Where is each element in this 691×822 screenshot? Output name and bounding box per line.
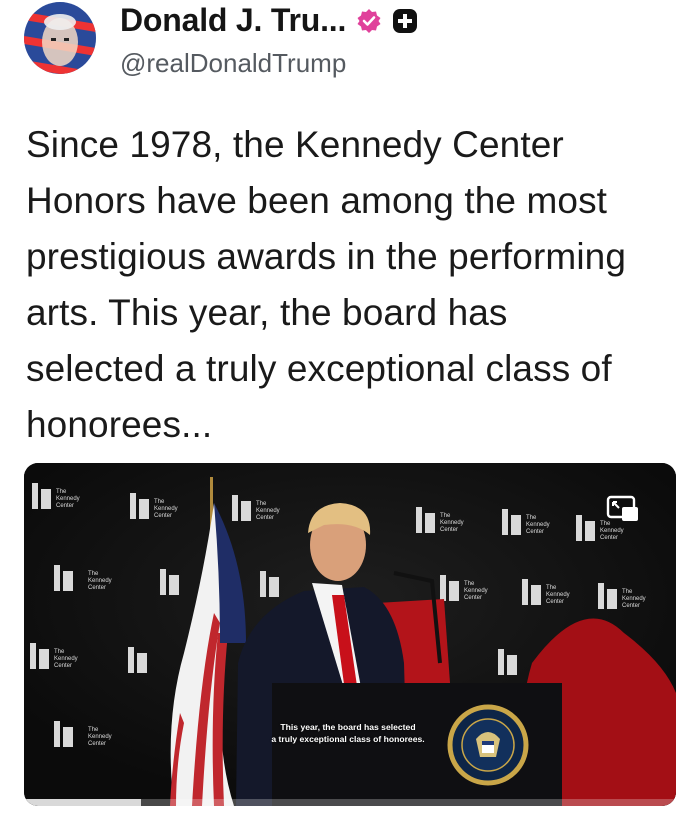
svg-text:Center: Center xyxy=(440,527,458,533)
svg-text:Kennedy: Kennedy xyxy=(440,520,464,526)
video-caption: This year, the board has selected a trul… xyxy=(248,721,448,745)
svg-text:Center: Center xyxy=(526,529,544,535)
svg-text:Center: Center xyxy=(464,595,482,601)
svg-text:Center: Center xyxy=(56,503,74,509)
svg-text:Kennedy: Kennedy xyxy=(256,508,280,514)
presidential-seal xyxy=(447,704,529,786)
svg-text:The: The xyxy=(546,585,557,591)
video-progress-fill xyxy=(24,799,142,806)
svg-text:The: The xyxy=(526,515,537,521)
svg-text:Kennedy: Kennedy xyxy=(526,522,550,528)
svg-text:Kennedy: Kennedy xyxy=(154,506,178,512)
svg-text:The: The xyxy=(256,501,267,507)
svg-text:Kennedy: Kennedy xyxy=(56,496,80,502)
display-name[interactable]: Donald J. Tru... xyxy=(120,2,346,39)
svg-text:The: The xyxy=(154,499,165,505)
svg-text:The: The xyxy=(88,727,99,733)
avatar[interactable] xyxy=(24,2,96,74)
caption-line-1: This year, the board has selected xyxy=(280,722,416,732)
svg-text:Center: Center xyxy=(88,585,106,591)
svg-text:Center: Center xyxy=(88,741,106,747)
expand-icon[interactable] xyxy=(606,495,640,525)
post-header: Donald J. Tru... @realDonaldTrump xyxy=(24,0,684,90)
svg-text:The: The xyxy=(440,513,451,519)
svg-text:Kennedy: Kennedy xyxy=(464,588,488,594)
plus-badge-icon xyxy=(392,8,418,34)
svg-text:The: The xyxy=(622,589,633,595)
svg-text:The: The xyxy=(464,581,475,587)
svg-text:The: The xyxy=(56,489,67,495)
user-handle[interactable]: @realDonaldTrump xyxy=(120,48,346,79)
post-text: Since 1978, the Kennedy Center Honors ha… xyxy=(26,124,627,445)
svg-text:Kennedy: Kennedy xyxy=(622,596,646,602)
svg-text:Kennedy: Kennedy xyxy=(54,656,78,662)
caption-line-2: a truly exceptional class of honorees. xyxy=(271,734,425,744)
video-player[interactable]: The Kennedy Center The Kennedy Center The Ken… xyxy=(24,463,676,806)
svg-text:Center: Center xyxy=(154,513,172,519)
svg-text:Kennedy: Kennedy xyxy=(88,578,112,584)
svg-text:The: The xyxy=(54,649,65,655)
svg-text:Center: Center xyxy=(256,515,274,521)
svg-text:Center: Center xyxy=(54,663,72,669)
svg-text:Center: Center xyxy=(546,599,564,605)
video-frame: TheKennedyCenter TheKennedyCenter TheKen… xyxy=(24,463,676,806)
svg-text:The: The xyxy=(88,571,99,577)
svg-text:Center: Center xyxy=(600,535,618,541)
verified-badge-icon xyxy=(356,8,382,34)
video-progress-bar[interactable] xyxy=(24,799,676,806)
svg-text:Center: Center xyxy=(622,603,640,609)
svg-text:Kennedy: Kennedy xyxy=(600,528,624,534)
svg-text:Kennedy: Kennedy xyxy=(546,592,570,598)
svg-text:Kennedy: Kennedy xyxy=(88,734,112,740)
